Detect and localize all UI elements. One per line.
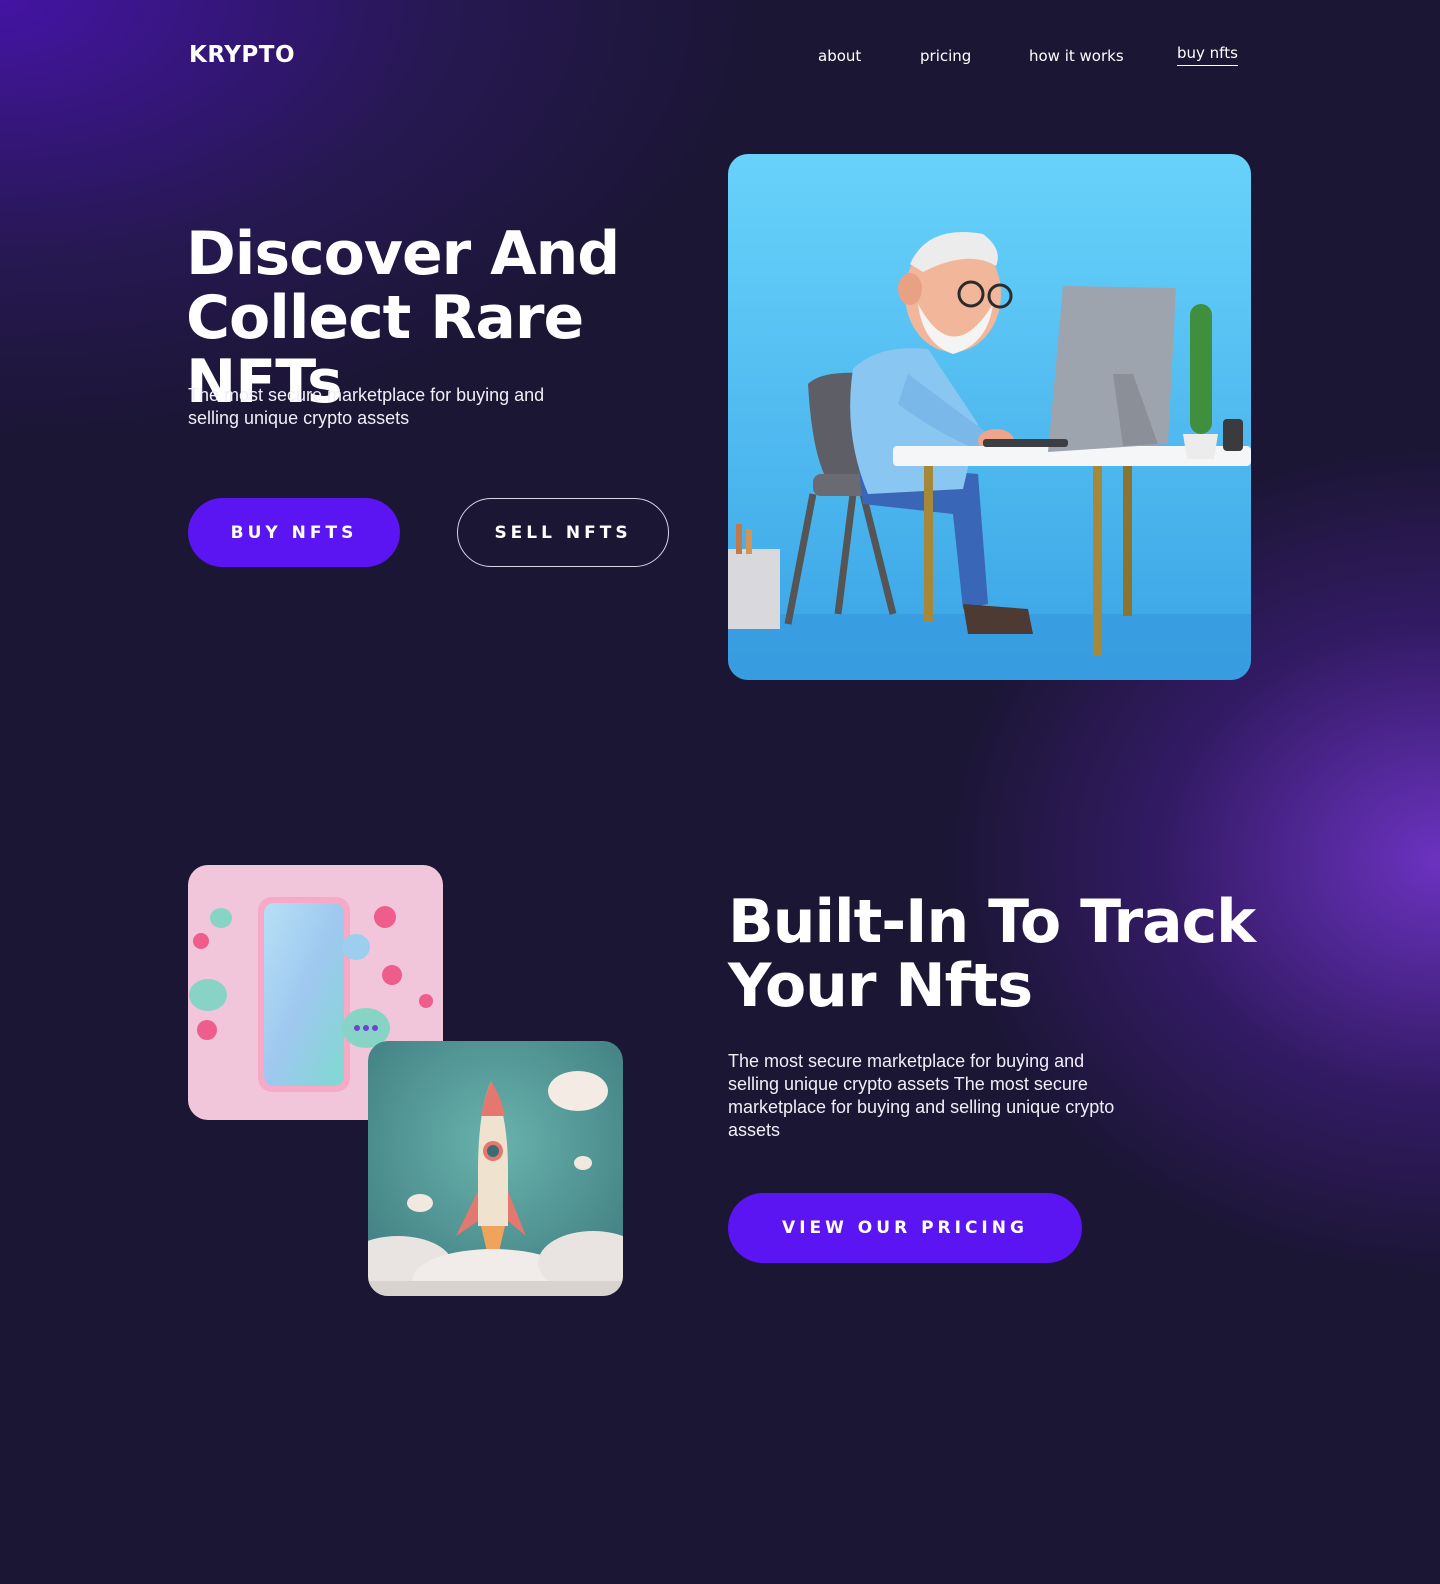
features-title: Built-In To Track Your Nfts <box>728 890 1288 1018</box>
man-at-computer-image <box>728 154 1251 680</box>
nav-about[interactable]: about <box>818 47 861 65</box>
sell-nfts-button[interactable]: SELL NFTS <box>457 498 669 567</box>
features-body-line4: assets <box>728 1120 781 1140</box>
nav-how-it-works[interactable]: how it works <box>1029 47 1124 65</box>
rocket-image <box>368 1041 623 1296</box>
hero-illustration <box>728 154 1251 680</box>
logo[interactable]: KRYPTO <box>189 42 295 68</box>
features-title-line1: Built-In To Track <box>728 887 1256 957</box>
hero-subtitle: The most secure marketplace for buying a… <box>188 384 608 430</box>
view-pricing-button[interactable]: VIEW OUR PRICING <box>728 1193 1082 1263</box>
features-body-line1: The most secure marketplace for buying a… <box>728 1051 1085 1071</box>
rocket-illustration <box>368 1041 623 1296</box>
features-body-line2: selling unique crypto assets The most se… <box>728 1074 1088 1094</box>
nav-buy-nfts[interactable]: buy nfts <box>1177 44 1238 66</box>
hero-subtitle-line1: The most secure marketplace for buying a… <box>188 385 545 405</box>
hero-title-line1: Discover And <box>186 219 620 289</box>
features-body-line3: marketplace for buying and selling uniqu… <box>728 1097 1115 1117</box>
nav-pricing[interactable]: pricing <box>920 47 971 65</box>
buy-nfts-button[interactable]: BUY NFTS <box>188 498 400 567</box>
features-title-line2: Your Nfts <box>728 951 1033 1021</box>
hero-subtitle-line2: selling unique crypto assets <box>188 408 410 428</box>
features-body: The most secure marketplace for buying a… <box>728 1050 1158 1142</box>
